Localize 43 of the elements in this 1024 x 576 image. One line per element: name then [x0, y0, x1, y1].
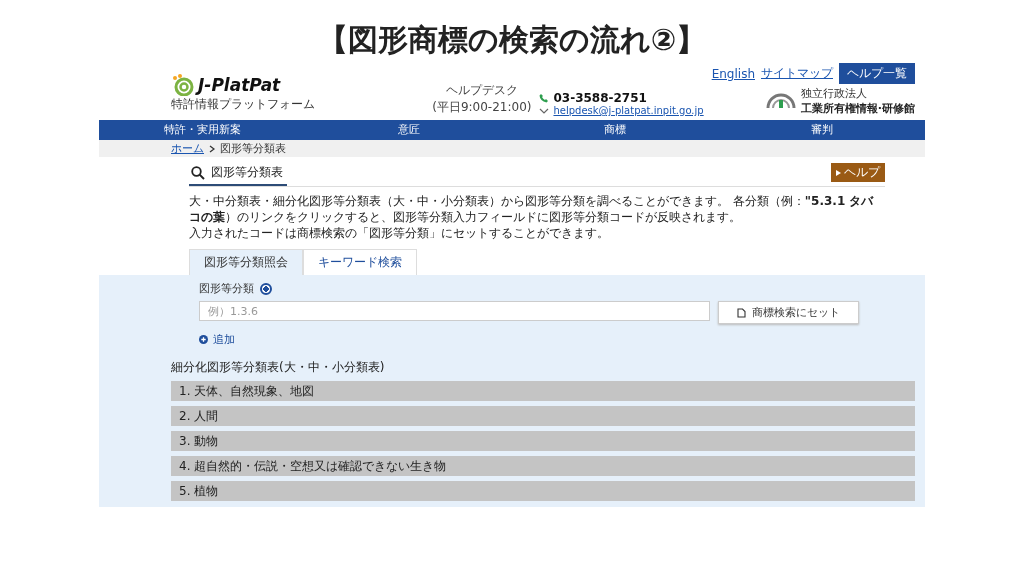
nav-item[interactable]: 審判 [718, 120, 925, 140]
category-row[interactable]: 1. 天体、自然現象、地図 [171, 381, 915, 401]
tab[interactable]: 図形等分類照会 [189, 249, 303, 275]
phone-number: 03-3588-2751 [553, 91, 647, 105]
set-to-search-button[interactable]: 商標検索にセット [718, 301, 859, 324]
chevron-icon [539, 107, 550, 114]
email-link[interactable]: helpdesk@j-platpat.inpit.go.jp [553, 105, 704, 116]
nav-item[interactable]: 商標 [512, 120, 719, 140]
header-link[interactable]: サイトマップ [761, 65, 833, 82]
search-icon [191, 165, 205, 180]
org-name: 工業所有権情報·研修館 [800, 101, 915, 116]
phone-icon [539, 93, 550, 103]
chevron-right-icon [209, 144, 215, 153]
tab[interactable]: キーワード検索 [303, 249, 417, 275]
breadcrumb-item: 図形等分類表 [220, 141, 286, 156]
category-row[interactable]: 3. 動物 [171, 431, 915, 451]
category-row[interactable]: 4. 超自然的・伝説・空想又は確認できない生き物 [171, 456, 915, 476]
help-button[interactable]: ヘルプ [831, 163, 885, 182]
description-text: 大・中分類表・細分化図形等分類表（大・中・小分類表）から図形等分類を調べることができます。 各分類（例："5.3.1 タバコの葉）のリンクをクリックすると、図形等分類入力フィールドに図形等分類コードが反映されます。 [189, 193, 875, 225]
page-title: 図形等分類表 [211, 164, 283, 181]
logo-subtitle: 特許情報プラットフォーム [171, 96, 315, 113]
nav-item[interactable]: 意匠 [305, 120, 512, 140]
nav-item[interactable]: 特許・実用新案 [99, 120, 306, 140]
play-icon [836, 169, 841, 176]
category-row[interactable]: 2. 人間 [171, 406, 915, 426]
slide-title: 【図形商標の検索の流れ②】 [316, 21, 708, 59]
breadcrumb-item[interactable]: ホーム [171, 141, 204, 156]
radio-button[interactable] [260, 282, 272, 295]
header-link[interactable]: English [711, 66, 755, 81]
category-row[interactable]: 5. 植物 [171, 481, 915, 501]
list-title: 細分化図形等分類表(大・中・小分類表) [171, 359, 386, 376]
document-icon [737, 307, 746, 318]
helpdesk-label: ヘルプデスク [445, 82, 518, 99]
helpdesk-hours: (平日9:00-21:00) [432, 99, 532, 116]
help-list-button[interactable]: ヘルプ一覧 [839, 63, 915, 84]
org-subtitle: 独立行政法人 [800, 86, 868, 101]
add-link[interactable]: 追加 [199, 332, 235, 347]
code-input-field[interactable]: 例）1.3.6 [199, 301, 710, 321]
description-text: 入力されたコードは商標検索の「図形等分類」にセットすることができます。 [189, 225, 610, 241]
spiral-logo-icon [171, 74, 195, 96]
arch-logo-icon [765, 92, 796, 110]
plus-icon [199, 335, 208, 344]
field-label: 図形等分類 [199, 281, 254, 296]
